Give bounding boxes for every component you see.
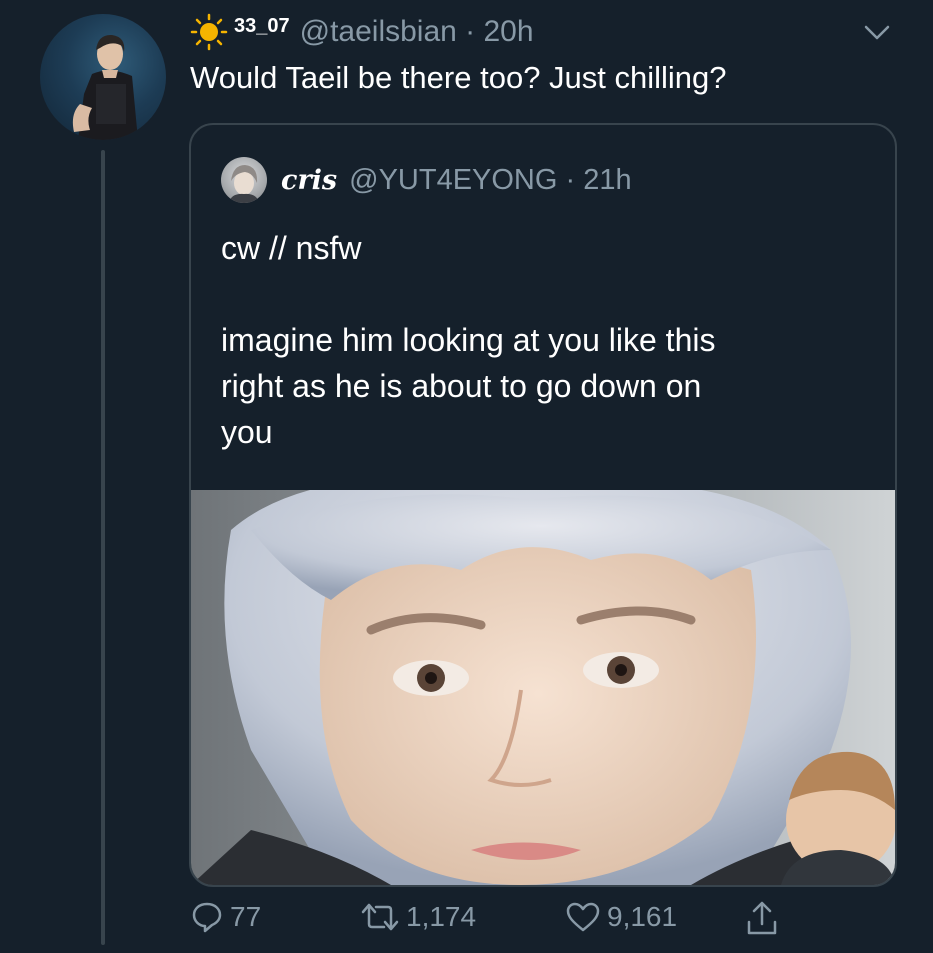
quoted-text-line — [221, 271, 861, 317]
author-handle-time[interactable]: @taeilsbian · 20h — [300, 15, 534, 49]
reply-icon — [192, 902, 222, 933]
quoted-tweet-header: cris @YUT4EYONG · 21h — [221, 157, 632, 203]
quoted-tweet-photo[interactable] — [191, 490, 895, 885]
share-button[interactable] — [745, 900, 785, 938]
tweet-actions: 77 1,174 9,161 — [190, 900, 790, 944]
quoted-tweet-card[interactable]: cris @YUT4EYONG · 21h cw // nsfw imagine… — [189, 123, 897, 887]
thread-line — [101, 150, 105, 945]
sun-icon — [190, 13, 228, 51]
quoted-author-display-name: cris — [281, 164, 338, 196]
author-display-name[interactable]: 33_07 — [234, 15, 290, 38]
quoted-author-handle-time: @YUT4EYONG · 21h — [349, 163, 632, 196]
tweet-header: 33_07 @taeilsbian · 20h — [190, 12, 534, 52]
retweet-button[interactable]: 1,174 — [360, 900, 476, 934]
reply-button[interactable]: 77 — [190, 900, 261, 934]
author-avatar[interactable] — [40, 14, 166, 140]
quoted-tweet-text: cw // nsfw imagine him looking at you li… — [221, 225, 861, 455]
share-icon — [747, 901, 777, 935]
quoted-text-line: cw // nsfw — [221, 230, 362, 266]
chevron-down-icon[interactable] — [862, 20, 892, 44]
tweet-text: Would Taeil be there too? Just chilling? — [190, 60, 727, 95]
retweet-icon — [361, 903, 399, 931]
retweet-count: 1,174 — [406, 901, 477, 932]
like-icon — [566, 902, 600, 932]
like-count: 9,161 — [607, 901, 678, 932]
quoted-author-avatar[interactable] — [221, 157, 267, 203]
like-button[interactable]: 9,161 — [565, 900, 677, 934]
quoted-text-line: you — [221, 414, 273, 450]
quoted-text-line: imagine him looking at you like this — [221, 322, 716, 358]
reply-count: 77 — [230, 901, 262, 932]
quoted-text-line: right as he is about to go down on — [221, 368, 702, 404]
